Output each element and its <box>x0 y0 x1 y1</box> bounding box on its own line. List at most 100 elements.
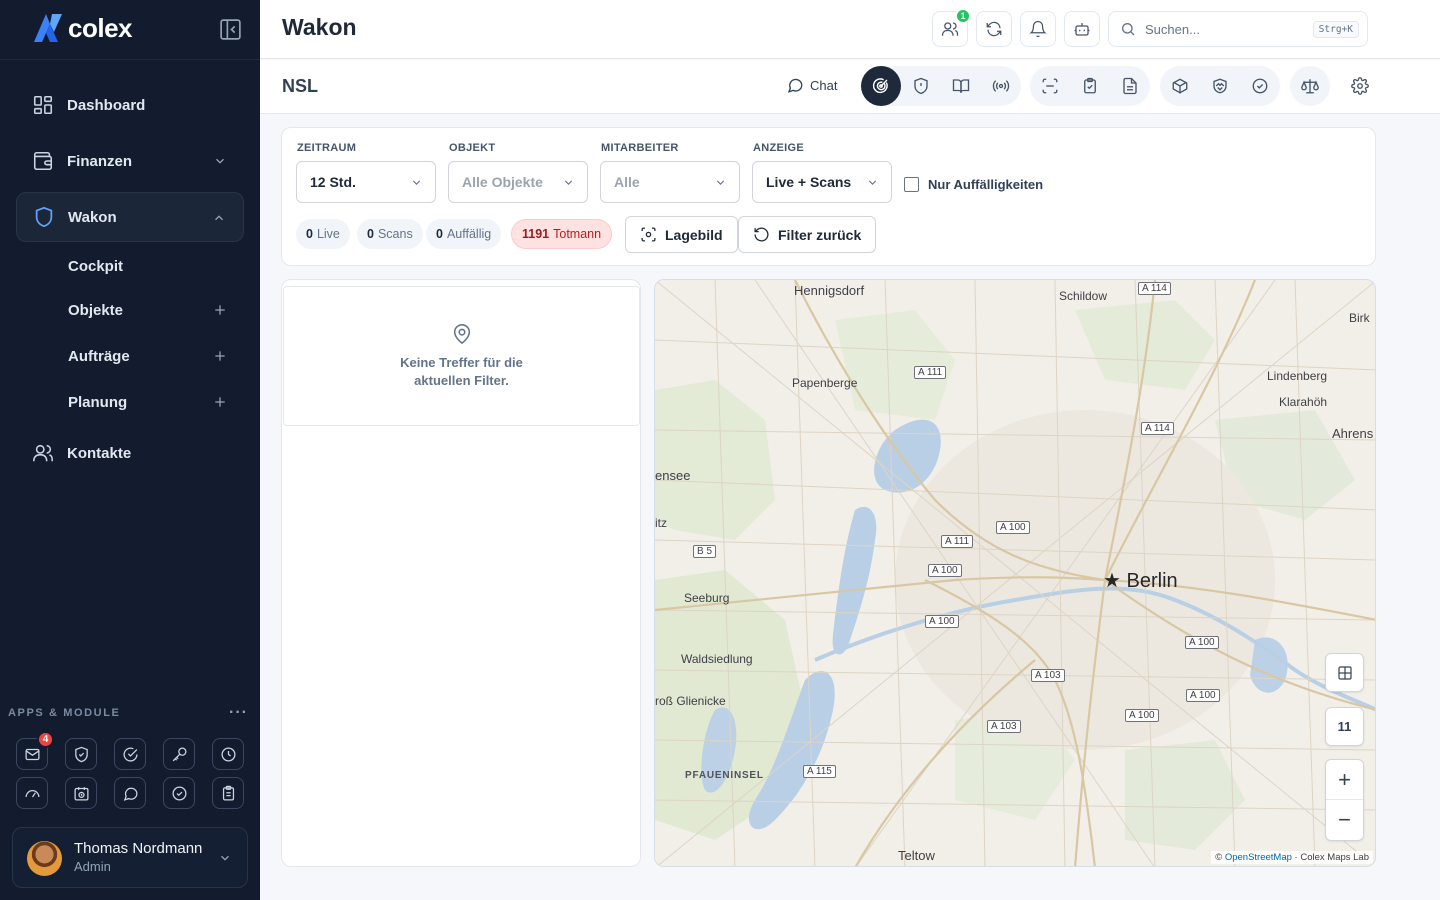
zeitraum-select[interactable]: 12 Std. <box>296 161 436 203</box>
map-layers-button[interactable] <box>1325 653 1364 692</box>
package-button[interactable] <box>1160 66 1200 106</box>
section-title: NSL <box>282 76 318 96</box>
zoom-in-button[interactable]: + <box>1326 760 1363 800</box>
sidebar-collapse-icon[interactable] <box>218 17 243 42</box>
stat-auffaellig-label: Auffällig <box>446 227 492 241</box>
sidebar-item-kontakte[interactable]: Kontakte <box>16 428 244 478</box>
empty-state: Keine Treffer für die aktuellen Filter. <box>283 286 640 426</box>
anomalies-checkbox[interactable] <box>904 177 919 192</box>
stat-live-label: Live <box>316 227 340 241</box>
sidebar-item-dashboard[interactable]: Dashboard <box>16 80 244 130</box>
stat-scans-label: Scans <box>377 227 413 241</box>
refresh-button[interactable] <box>976 11 1012 47</box>
sidebar-item-finanzen[interactable]: Finanzen <box>16 136 244 186</box>
app-approval-button[interactable] <box>163 777 195 809</box>
plus-icon[interactable] <box>213 303 227 317</box>
radar-button[interactable] <box>861 66 901 106</box>
key-icon <box>172 746 187 761</box>
handshake-button[interactable] <box>1200 66 1240 106</box>
book-button[interactable] <box>941 66 981 106</box>
road-shield: A 100 <box>928 564 962 577</box>
app-clipboard-button[interactable] <box>212 777 244 809</box>
road-shield: A 111 <box>941 535 974 548</box>
osm-link[interactable]: OpenStreetMap <box>1225 852 1292 863</box>
app-gauge-button[interactable] <box>16 777 48 809</box>
app-shield-button[interactable] <box>65 738 97 770</box>
users-button[interactable]: 1 <box>932 8 971 47</box>
app-keys-button[interactable] <box>163 738 195 770</box>
search-placeholder: Suchen... <box>1145 21 1200 37</box>
road-shield: A 114 <box>1141 422 1174 435</box>
stat-live-count: 0 <box>306 227 313 241</box>
zoom-out-button[interactable]: − <box>1326 800 1363 840</box>
sidebar-subitem-objekte[interactable]: Objekte <box>68 295 244 325</box>
settings-button[interactable] <box>1340 66 1380 106</box>
clipboard-check-icon <box>1084 77 1096 94</box>
lagebild-button[interactable]: Lagebild <box>625 216 738 253</box>
app-chat-button[interactable] <box>114 777 146 809</box>
app-calendar-button[interactable] <box>65 777 97 809</box>
reset-filter-button[interactable]: Filter zurück <box>738 216 877 253</box>
anomalies-label: Nur Auffälligkeiten <box>928 177 1044 192</box>
map-view[interactable]: Hennigsdorf Schildow Birk Papenberge Lin… <box>654 279 1376 867</box>
sidebar-subitem-planung[interactable]: Planung <box>68 387 244 417</box>
sidebar-subitem-cockpit[interactable]: Cockpit <box>68 251 244 281</box>
broadcast-icon <box>992 80 1010 92</box>
broadcast-button[interactable] <box>981 66 1021 106</box>
assistant-button[interactable] <box>1064 11 1100 47</box>
check-button[interactable] <box>1240 66 1280 106</box>
road-shield: A 111 <box>914 366 947 379</box>
app-tasks-button[interactable] <box>114 738 146 770</box>
sidebar-divider <box>0 59 260 60</box>
app-time-button[interactable] <box>212 738 244 770</box>
online-users-badge: 1 <box>955 8 971 24</box>
wallet-icon <box>33 151 53 171</box>
map-label-birk: Birk <box>1349 311 1370 325</box>
top-header: Wakon 1 Suchen... Strg+K <box>260 0 1440 59</box>
user-menu[interactable]: Thomas Nordmann Admin <box>12 827 248 888</box>
chat-bubble-icon <box>787 78 803 93</box>
clipboard-check-button[interactable] <box>1070 66 1110 106</box>
objekt-select[interactable]: Alle Objekte <box>448 161 588 203</box>
chevron-down-icon <box>868 180 877 185</box>
zeitraum-value: 12 Std. <box>310 174 356 190</box>
chat-button[interactable]: Chat <box>786 76 837 94</box>
users-icon <box>941 22 959 36</box>
shield-alert-icon <box>914 77 928 95</box>
plus-icon[interactable] <box>213 395 227 409</box>
app-mail-button[interactable]: 4 <box>16 731 54 770</box>
reset-filter-label: Filter zurück <box>778 226 862 243</box>
map-label-papenberge: Papenberge <box>792 376 858 390</box>
refresh-icon <box>986 21 1002 37</box>
scale-icon <box>1301 79 1319 94</box>
brand-logo[interactable]: colex <box>32 12 133 44</box>
notifications-button[interactable] <box>1020 11 1056 47</box>
road-shield: B 5 <box>693 545 717 558</box>
shield-alert-button[interactable] <box>901 66 941 106</box>
book-open-icon <box>952 79 970 93</box>
map-label-itz: itz <box>655 516 667 530</box>
colex-logo-icon <box>34 14 62 42</box>
mitarbeiter-select[interactable]: Alle <box>600 161 740 203</box>
stat-auffaellig-count: 0 <box>436 227 443 241</box>
document-button[interactable] <box>1110 66 1150 106</box>
chevron-down-icon <box>716 180 725 185</box>
anzeige-select[interactable]: Live + Scans <box>752 161 892 203</box>
sidebar-subitem-auftraege[interactable]: Aufträge <box>68 341 244 371</box>
module-toolbar: NSL Chat <box>260 60 1440 114</box>
results-list: Keine Treffer für die aktuellen Filter. <box>281 279 641 867</box>
scan-button[interactable] <box>1030 66 1070 106</box>
sidebar-item-wakon[interactable]: Wakon <box>16 192 244 242</box>
scale-button[interactable] <box>1290 66 1330 106</box>
anomalies-only-toggle[interactable]: Nur Auffälligkeiten <box>904 177 1043 192</box>
more-icon[interactable]: ··· <box>229 704 248 722</box>
map-label-waldsiedlung: Waldsiedlung <box>681 652 753 666</box>
chat-label: Chat <box>810 77 838 93</box>
map-label-berlin: ★ Berlin <box>1103 570 1178 592</box>
global-search-input[interactable]: Suchen... Strg+K <box>1108 11 1368 47</box>
stat-auffaellig-badge: 0 Auffällig <box>426 219 502 249</box>
plus-icon[interactable] <box>213 349 227 363</box>
user-name: Thomas Nordmann <box>74 840 203 857</box>
dashboard-icon <box>33 95 53 115</box>
filter-label-anzeige: ANZEIGE <box>753 142 804 154</box>
